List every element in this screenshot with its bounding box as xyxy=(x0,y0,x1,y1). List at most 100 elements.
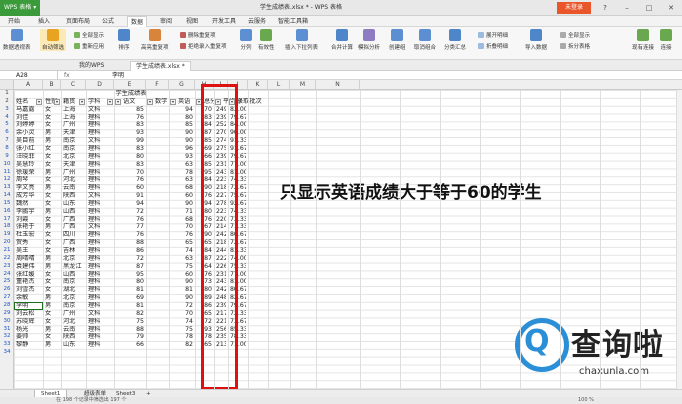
cell[interactable]: 69 xyxy=(197,145,212,153)
cell[interactable]: 60 xyxy=(116,184,144,192)
cell[interactable]: 221 xyxy=(216,318,226,326)
pivot-table-button[interactable]: 数据透视表 xyxy=(3,29,31,51)
cell[interactable]: 226 xyxy=(216,263,226,271)
cell[interactable]: 67 xyxy=(197,223,212,231)
cell[interactable]: 徐瑗荣 xyxy=(16,169,41,177)
wps-menu-button[interactable]: WPS 表格 ▾ xyxy=(0,0,40,16)
cell[interactable]: 89 xyxy=(197,294,212,302)
cell[interactable]: 魏然 xyxy=(16,200,41,208)
consolidate-button[interactable]: 合并计算 xyxy=(331,29,353,51)
cell[interactable]: 余小灵 xyxy=(16,129,41,137)
cell[interactable]: 女 xyxy=(45,286,59,294)
column-header[interactable]: I xyxy=(214,80,228,90)
cell[interactable]: 李文亮 xyxy=(16,184,41,192)
column-header[interactable]: J xyxy=(228,80,248,90)
cell[interactable]: 84 xyxy=(197,121,212,129)
cell[interactable]: 天津 xyxy=(63,161,84,169)
cell[interactable]: 理科 xyxy=(88,255,112,263)
cell[interactable]: 94 xyxy=(197,200,212,208)
row-header[interactable]: 30 xyxy=(0,318,14,326)
cell[interactable]: 女 xyxy=(45,239,59,247)
cell[interactable]: 94 xyxy=(116,200,144,208)
cell[interactable]: 女 xyxy=(45,153,59,161)
cell[interactable]: 76 xyxy=(197,192,212,200)
cell[interactable]: 理科 xyxy=(88,169,112,177)
cell[interactable]: 75 xyxy=(116,318,144,326)
cell[interactable]: 220 xyxy=(216,216,226,224)
help-icon[interactable]: ? xyxy=(598,0,612,16)
cell[interactable]: 男 xyxy=(45,184,59,192)
cell[interactable]: 83 xyxy=(197,114,212,122)
cell[interactable]: 75.67 xyxy=(230,192,246,200)
cell[interactable]: 79.67 xyxy=(230,302,246,310)
column-header[interactable]: L xyxy=(268,80,290,90)
cell[interactable]: 84.00 xyxy=(230,121,246,129)
filter-dropdown-icon[interactable] xyxy=(115,98,121,105)
cell[interactable]: 女 xyxy=(45,176,59,184)
cell[interactable]: 71.00 xyxy=(230,341,246,349)
cell[interactable]: 79.67 xyxy=(230,153,246,161)
cell[interactable]: 227 xyxy=(216,192,226,200)
cell[interactable]: 男 xyxy=(45,129,59,137)
cell[interactable]: 83 xyxy=(116,121,144,129)
cell[interactable]: 90 xyxy=(171,278,193,286)
row-header[interactable]: 28 xyxy=(0,302,14,310)
cell[interactable]: 77.00 xyxy=(230,161,246,169)
cell[interactable]: 河北 xyxy=(63,318,84,326)
cell[interactable]: 69 xyxy=(116,294,144,302)
cell[interactable]: 张红媛 xyxy=(16,271,41,279)
cell[interactable]: 231 xyxy=(216,271,226,279)
ungroup-button[interactable]: 取消组合 xyxy=(414,29,436,51)
row-header[interactable]: 24 xyxy=(0,271,14,279)
row-header[interactable]: 31 xyxy=(0,326,14,334)
cell[interactable]: 214 xyxy=(216,223,226,231)
cell[interactable]: 80.67 xyxy=(230,231,246,239)
cell[interactable]: 78 xyxy=(171,169,193,177)
cell[interactable]: 85 xyxy=(116,106,144,114)
row-header[interactable]: 9 xyxy=(0,153,14,161)
tab-view[interactable]: 视图 xyxy=(186,16,198,27)
cell[interactable]: 吴王 xyxy=(16,247,41,255)
cell[interactable]: 文科 xyxy=(88,310,112,318)
cell[interactable]: 213 xyxy=(216,341,226,349)
cell[interactable]: 理科 xyxy=(88,145,112,153)
cell[interactable]: 95 xyxy=(116,271,144,279)
reapply-button[interactable]: 重新应用 xyxy=(74,42,104,50)
cell[interactable]: 黑龙江 xyxy=(63,263,84,271)
cell[interactable]: 南京 xyxy=(63,278,84,286)
cell[interactable]: 70 xyxy=(171,223,193,231)
cell[interactable]: 60 xyxy=(171,271,193,279)
cell[interactable]: 90 xyxy=(171,294,193,302)
cell[interactable]: 84 xyxy=(197,176,212,184)
cell[interactable]: 北京 xyxy=(63,255,84,263)
cell[interactable]: 刘佳 xyxy=(16,114,41,122)
cell[interactable]: 278 xyxy=(216,200,226,208)
cell[interactable]: 80 xyxy=(197,208,212,216)
tab-page-layout[interactable]: 页面布局 xyxy=(66,16,90,27)
cell[interactable]: 85.33 xyxy=(230,326,246,334)
cell[interactable]: 76 xyxy=(116,231,144,239)
cell[interactable]: 男 xyxy=(45,255,59,263)
column-title[interactable]: 录取批次 xyxy=(237,98,267,106)
filter-dropdown-icon[interactable] xyxy=(79,98,85,105)
cell[interactable]: 217 xyxy=(216,310,226,318)
cell[interactable]: 刘雪杰 xyxy=(16,286,41,294)
cell[interactable]: 79.67 xyxy=(230,114,246,122)
cell[interactable]: 80 xyxy=(197,286,212,294)
cell[interactable]: 云南 xyxy=(63,326,84,334)
cell[interactable]: 理科 xyxy=(88,341,112,349)
sort-button[interactable]: 排序 xyxy=(118,29,130,51)
cell[interactable]: 78.33 xyxy=(230,333,246,341)
cell[interactable]: 239 xyxy=(216,153,226,161)
cell[interactable]: 张小红 xyxy=(16,145,41,153)
cell[interactable]: 女 xyxy=(45,114,59,122)
cell[interactable]: 广州 xyxy=(63,169,84,177)
cell[interactable]: 广州 xyxy=(63,310,84,318)
row-header[interactable]: 15 xyxy=(0,200,14,208)
filter-dropdown-icon[interactable] xyxy=(196,98,202,105)
cell[interactable]: 理科 xyxy=(88,247,112,255)
cell[interactable]: 78 xyxy=(197,333,212,341)
cell[interactable]: 理科 xyxy=(88,114,112,122)
cell[interactable]: 张艳于 xyxy=(16,223,41,231)
cell[interactable]: 山东 xyxy=(63,341,84,349)
